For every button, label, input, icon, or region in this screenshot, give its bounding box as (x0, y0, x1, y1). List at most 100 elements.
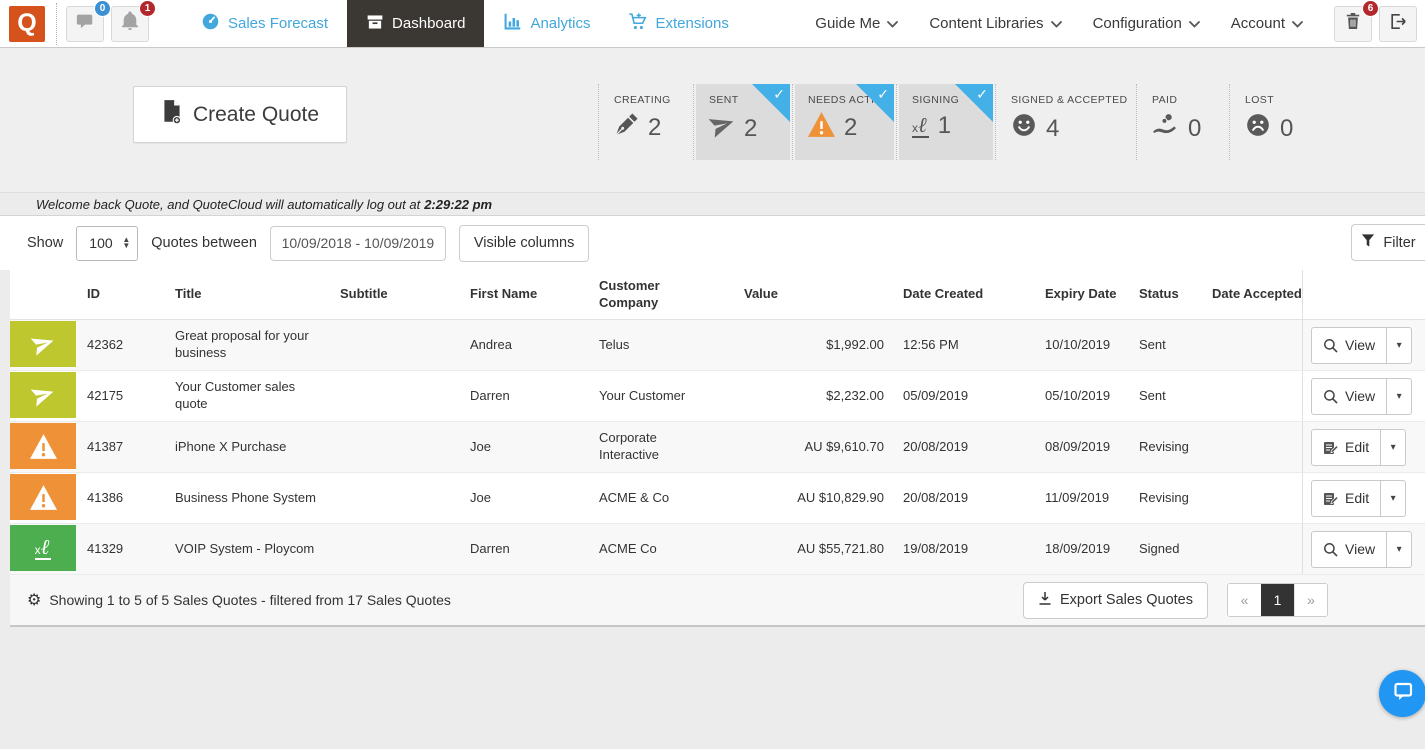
table-row: 42362Great proposal for your businessAnd… (10, 320, 1425, 371)
gauge-icon (201, 12, 220, 35)
action-dropdown-button[interactable]: ▾ (1387, 531, 1412, 568)
edit-button[interactable]: Edit (1311, 429, 1381, 466)
table-header: ID Title Subtitle First Name Customer Co… (10, 270, 1425, 320)
bar-chart-icon (503, 12, 522, 35)
pagination-prev-button[interactable]: « (1228, 584, 1261, 616)
pagination-next-button[interactable]: » (1294, 584, 1327, 616)
stage-needs-action[interactable]: NEEDS ACTION 2 ✓ (792, 84, 896, 160)
menu-content-libraries[interactable]: Content Libraries (929, 15, 1061, 32)
cell-subtitle (330, 422, 445, 472)
cell-status: Sent (1120, 320, 1190, 370)
stage-signing[interactable]: SIGNING xℓ1 ✓ (896, 84, 995, 160)
header-title[interactable]: Title (170, 270, 330, 319)
stage-lost[interactable]: LOST 0 (1229, 84, 1321, 160)
view-button[interactable]: View (1311, 531, 1387, 568)
messages-button[interactable]: 0 (66, 6, 104, 42)
menu-guide-me[interactable]: Guide Me (815, 15, 898, 32)
cell-actions: View▾ (1302, 524, 1425, 574)
cell-created: 19/08/2019 (890, 524, 1035, 574)
cell-created: 12:56 PM (890, 320, 1035, 370)
gear-icon[interactable]: ⚙ (27, 590, 41, 610)
chat-bubble-icon (1391, 680, 1415, 708)
frown-icon (1245, 112, 1271, 145)
tab-extensions[interactable]: Extensions (609, 0, 747, 47)
header-value[interactable]: Value (710, 270, 890, 319)
visible-columns-button[interactable]: Visible columns (459, 225, 589, 262)
stage-paid[interactable]: PAID 0 (1136, 84, 1229, 160)
trash-icon (1345, 12, 1361, 35)
tab-sales-forecast[interactable]: Sales Forecast (182, 0, 347, 47)
chat-bubble-icon (75, 11, 95, 36)
cell-created: 20/08/2019 (890, 422, 1035, 472)
cell-status: Revising (1120, 473, 1190, 523)
trash-button[interactable]: 6 (1334, 6, 1372, 42)
navbar-right: Guide Me Content Libraries Configuration… (815, 6, 1425, 42)
cell-actions: Edit▾ (1302, 473, 1425, 523)
pagination-page-1[interactable]: 1 (1261, 584, 1294, 616)
cell-first-name: Joe (445, 473, 575, 523)
cell-actions: View▾ (1302, 320, 1425, 370)
chevron-down-icon (887, 15, 898, 32)
header-expiry-date[interactable]: Expiry Date (1035, 270, 1120, 319)
cell-value: AU $10,829.90 (710, 473, 890, 523)
sent-status-icon (10, 371, 76, 421)
chat-widget-button[interactable] (1379, 670, 1425, 717)
dashboard-hero: Create Quote CREATING 2 SENT 2 ✓ NEEDS A… (0, 48, 1425, 192)
stage-sent[interactable]: SENT 2 ✓ (693, 84, 792, 160)
stage-creating[interactable]: CREATING 2 (598, 84, 693, 160)
cell-title: iPhone X Purchase (170, 422, 330, 472)
action-dropdown-button[interactable]: ▾ (1387, 378, 1412, 415)
cell-status: Revising (1120, 422, 1190, 472)
check-icon: ✓ (976, 86, 988, 103)
cell-expiry: 05/10/2019 (1035, 371, 1120, 421)
menu-account[interactable]: Account (1231, 15, 1303, 32)
cell-id: 42175 (76, 371, 170, 421)
header-customer-company[interactable]: Customer Company (575, 270, 710, 319)
sales-quotes-table: ID Title Subtitle First Name Customer Co… (10, 270, 1425, 627)
action-dropdown-button[interactable]: ▾ (1381, 480, 1406, 517)
app-logo[interactable]: Q (9, 6, 45, 42)
page-size-select[interactable]: 100 ▲▼ (76, 226, 138, 261)
welcome-bar: Welcome back Quote, and QuoteCloud will … (0, 192, 1425, 216)
date-range-input[interactable] (270, 226, 446, 261)
tab-analytics[interactable]: Analytics (484, 0, 609, 47)
header-id[interactable]: ID (76, 270, 170, 319)
warning-icon (808, 112, 835, 144)
logout-button[interactable] (1379, 6, 1417, 42)
create-quote-button[interactable]: Create Quote (133, 86, 347, 143)
view-button[interactable]: View (1311, 378, 1387, 415)
bell-icon (121, 11, 139, 36)
notifications-button[interactable]: 1 (111, 6, 149, 42)
action-dropdown-button[interactable]: ▾ (1381, 429, 1406, 466)
tab-dashboard[interactable]: Dashboard (347, 0, 484, 47)
header-subtitle[interactable]: Subtitle (330, 270, 445, 319)
header-date-accepted[interactable]: Date Accepted (1190, 270, 1302, 319)
edit-button[interactable]: Edit (1311, 480, 1381, 517)
header-date-created[interactable]: Date Created (890, 270, 1035, 319)
logout-icon (1389, 13, 1407, 35)
trash-badge: 6 (1362, 0, 1379, 17)
header-first-name[interactable]: First Name (445, 270, 575, 319)
cell-status: Sent (1120, 371, 1190, 421)
cell-actions: Edit▾ (1302, 422, 1425, 472)
cell-title: Your Customer sales quote (170, 371, 330, 421)
quote-pipeline: CREATING 2 SENT 2 ✓ NEEDS ACTION 2 ✓ SIG… (598, 84, 1321, 160)
chevron-down-icon (1051, 15, 1062, 32)
logout-time: 2:29:22 pm (424, 197, 492, 212)
messages-badge: 0 (94, 0, 111, 17)
menu-configuration[interactable]: Configuration (1093, 15, 1200, 32)
export-sales-quotes-button[interactable]: Export Sales Quotes (1023, 582, 1208, 619)
cell-title: Business Phone System (170, 473, 330, 523)
action-dropdown-button[interactable]: ▾ (1387, 327, 1412, 364)
cell-accepted (1190, 422, 1302, 472)
filter-button[interactable]: Filter (1351, 224, 1425, 261)
view-button[interactable]: View (1311, 327, 1387, 364)
header-status[interactable]: Status (1120, 270, 1190, 319)
smiley-icon (1011, 112, 1037, 145)
cell-id: 41387 (76, 422, 170, 472)
download-icon (1038, 591, 1052, 610)
cell-first-name: Darren (445, 371, 575, 421)
cell-accepted (1190, 371, 1302, 421)
stage-signed-accepted[interactable]: SIGNED & ACCEPTED 4 (995, 84, 1136, 160)
cell-company: ACME Co (575, 524, 710, 574)
